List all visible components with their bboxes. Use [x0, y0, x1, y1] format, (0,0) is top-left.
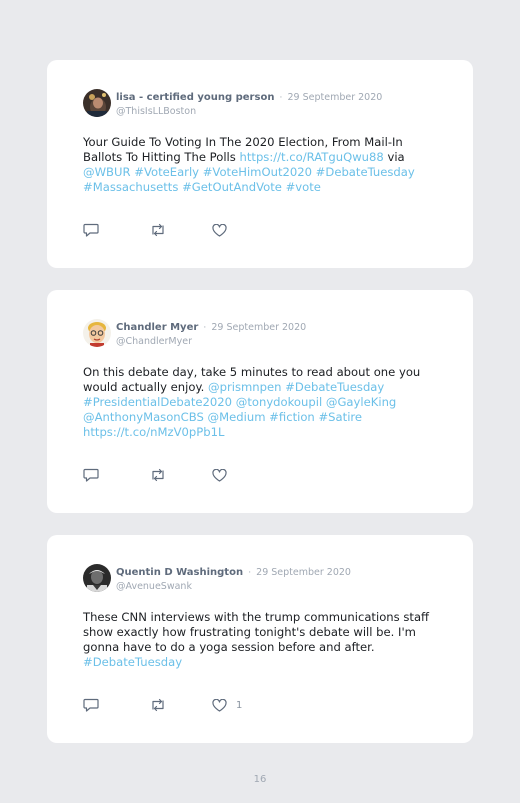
tweet-card: Chandler Myer · 29 September 2020 @Chand…: [47, 290, 473, 513]
separator: ·: [203, 323, 207, 333]
separator: ·: [279, 93, 283, 103]
like-button[interactable]: 1: [212, 698, 243, 712]
retweet-icon[interactable]: [149, 223, 167, 237]
tweet-header: Quentin D Washington · 29 September 2020…: [83, 563, 351, 593]
page-number: 16: [253, 774, 267, 785]
tweet-header: lisa - certified young person · 29 Septe…: [83, 88, 382, 118]
display-name[interactable]: Chandler Myer: [116, 322, 198, 333]
tweet-card: lisa - certified young person · 29 Septe…: [47, 60, 473, 268]
avatar[interactable]: [83, 319, 111, 347]
retweet-icon[interactable]: [149, 468, 167, 482]
separator: ·: [248, 568, 252, 578]
tweet-actions: 1: [83, 698, 242, 712]
user-handle[interactable]: @AvenueSwank: [116, 580, 351, 593]
tweet-date[interactable]: 29 September 2020: [211, 322, 306, 333]
tweet-header: Chandler Myer · 29 September 2020 @Chand…: [83, 318, 306, 348]
like-icon: [212, 223, 227, 237]
tweet-text: These CNN interviews with the trump comm…: [83, 610, 443, 670]
tweet-text: On this debate day, take 5 minutes to re…: [83, 365, 443, 440]
text-segment: These CNN interviews with the trump comm…: [83, 610, 430, 654]
like-icon: [212, 468, 227, 482]
reply-icon[interactable]: [83, 468, 99, 482]
tweet-link[interactable]: https://t.co/RATguQwu88: [240, 150, 384, 164]
tweet-date[interactable]: 29 September 2020: [256, 567, 351, 578]
display-name[interactable]: lisa - certified young person: [116, 92, 274, 103]
reply-icon[interactable]: [83, 223, 99, 237]
tweet-actions: [83, 468, 236, 482]
display-name[interactable]: Quentin D Washington: [116, 567, 243, 578]
retweet-icon[interactable]: [149, 698, 167, 712]
like-button[interactable]: [212, 223, 236, 237]
avatar[interactable]: [83, 564, 111, 592]
like-count: 1: [236, 699, 243, 711]
user-handle[interactable]: @ThisIsLLBoston: [116, 105, 382, 118]
hashtag-links[interactable]: #DebateTuesday: [83, 655, 182, 669]
like-icon: [212, 698, 227, 712]
reply-icon[interactable]: [83, 698, 99, 712]
tweet-card: Quentin D Washington · 29 September 2020…: [47, 535, 473, 743]
page: lisa - certified young person · 29 Septe…: [0, 0, 520, 803]
hashtag-links[interactable]: @WBUR #VoteEarly #VoteHimOut2020 #Debate…: [83, 165, 415, 194]
tweet-date[interactable]: 29 September 2020: [288, 92, 383, 103]
text-segment: via: [383, 150, 405, 164]
tweet-actions: [83, 223, 236, 237]
like-button[interactable]: [212, 468, 236, 482]
avatar[interactable]: [83, 89, 111, 117]
tweet-text: Your Guide To Voting In The 2020 Electio…: [83, 135, 443, 195]
user-handle[interactable]: @ChandlerMyer: [116, 335, 306, 348]
